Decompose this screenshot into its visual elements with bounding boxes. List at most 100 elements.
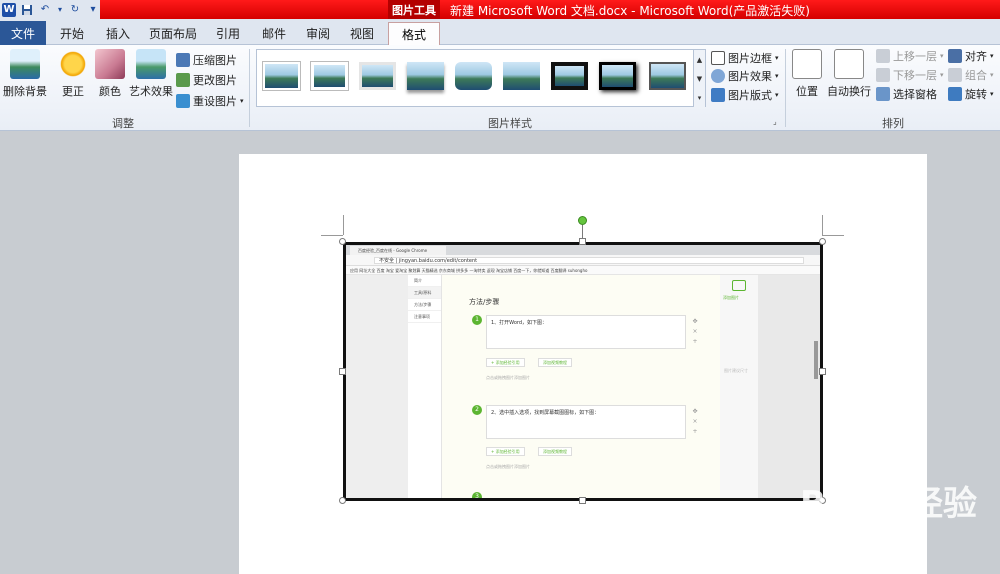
selected-picture[interactable]: 百度经验_百度在线 - Google Chrome 不安全 | jingyan.…: [343, 242, 823, 501]
inner-right-hint: 图片建议尺寸: [724, 368, 748, 373]
style-thumb[interactable]: [311, 62, 348, 90]
inner-scrollbar-thumb: [814, 341, 818, 379]
selection-pane-icon: [876, 87, 890, 101]
rotate-button[interactable]: 旋转 ▾: [948, 85, 994, 103]
tab-insert[interactable]: 插入: [96, 22, 140, 45]
tab-file[interactable]: 文件: [0, 21, 46, 45]
send-backward-dropdown-icon[interactable]: ▾: [940, 71, 944, 79]
inner-content: 方法/步骤 1 1、打开Word，如下图： ✥ × + + 添加经验引用 添加视频教…: [442, 275, 720, 498]
position-button[interactable]: 位置: [792, 49, 822, 99]
inner-bookmarks-bar: 应用 网址大全 百度 淘宝 爱淘宝 聚划算 天猫精选 京东商城 拼多多 一淘特卖…: [346, 266, 820, 275]
send-backward-button[interactable]: 下移一层 ▾: [876, 66, 944, 84]
picture-layout-button[interactable]: 图片版式 ▾: [711, 86, 779, 104]
send-backward-icon: [876, 68, 890, 82]
picture-styles-group-label: 图片样式: [488, 117, 532, 130]
group-dropdown-icon[interactable]: ▾: [990, 71, 994, 79]
tab-view[interactable]: 视图: [340, 22, 384, 45]
resize-handle-top[interactable]: [579, 238, 586, 245]
save-icon[interactable]: [20, 3, 34, 17]
sun-icon: [58, 49, 88, 79]
style-thumb[interactable]: [407, 62, 444, 90]
compress-pictures-button[interactable]: 压缩图片: [176, 51, 237, 69]
gallery-scroll-up-icon[interactable]: ▲: [693, 50, 705, 69]
rotation-handle[interactable]: [578, 216, 587, 225]
tab-review[interactable]: 审阅: [296, 22, 340, 45]
style-thumb[interactable]: [263, 62, 300, 90]
style-thumb[interactable]: [455, 62, 492, 90]
layout-dropdown-icon[interactable]: ▾: [775, 91, 779, 99]
rotate-label: 旋转: [965, 88, 987, 101]
step-operations: ✥ × +: [692, 408, 698, 435]
picture-tools-context-label: 图片工具: [388, 0, 440, 19]
rotate-dropdown-icon[interactable]: ▾: [990, 90, 994, 98]
change-picture-button[interactable]: 更改图片: [176, 71, 237, 89]
resize-handle-bottom-left[interactable]: [339, 497, 346, 504]
corrections-button[interactable]: 更正: [56, 49, 90, 99]
resize-handle-bottom[interactable]: [579, 497, 586, 504]
bring-forward-dropdown-icon[interactable]: ▾: [940, 52, 944, 60]
inner-right-label: 添加图片: [723, 295, 739, 300]
tab-format[interactable]: 格式: [388, 22, 440, 45]
add-video-button: 添加视频教程: [538, 358, 572, 367]
picture-effects-button[interactable]: 图片效果 ▾: [711, 67, 779, 85]
qat-dropdown-icon[interactable]: ▾: [56, 3, 64, 17]
gallery-more-icon[interactable]: ▾: [693, 88, 705, 107]
align-label: 对齐: [965, 50, 987, 63]
artistic-effects-label: 艺术效果: [129, 85, 173, 98]
position-label: 位置: [796, 85, 818, 98]
selection-pane-label: 选择窗格: [893, 88, 937, 101]
selection-pane-button[interactable]: 选择窗格: [876, 85, 937, 103]
gallery-scroll-down-icon[interactable]: ▼: [693, 69, 705, 88]
style-thumb[interactable]: [359, 62, 396, 90]
remove-background-button[interactable]: 删除背景: [3, 49, 47, 99]
resize-handle-top-right[interactable]: [819, 238, 826, 245]
step-text-box: 2、选中插入选项，找到屏幕截图图标，如下图：: [486, 405, 686, 439]
add-video-button: 添加视频教程: [538, 447, 572, 456]
picture-layout-icon: [711, 88, 725, 102]
inner-browser-tab-strip: 百度经验_百度在线 - Google Chrome: [346, 245, 820, 255]
effects-dropdown-icon[interactable]: ▾: [775, 72, 779, 80]
inner-nav-item: 工具/原料: [408, 287, 441, 299]
picture-border-icon: [711, 51, 725, 65]
inner-nav-item: 方法/步骤: [408, 299, 441, 311]
tab-home[interactable]: 开始: [50, 22, 94, 45]
style-thumb[interactable]: [649, 62, 686, 90]
reset-picture-icon: [176, 94, 190, 108]
reset-dropdown-icon[interactable]: ▾: [240, 97, 244, 105]
align-button[interactable]: 对齐 ▾: [948, 47, 994, 65]
border-dropdown-icon[interactable]: ▾: [775, 54, 779, 62]
inner-browser-tab: 百度经验_百度在线 - Google Chrome: [350, 246, 446, 255]
bring-forward-label: 上移一层: [893, 50, 937, 63]
style-thumb[interactable]: [503, 62, 540, 90]
inner-right-panel: 添加图片 图片建议尺寸: [720, 275, 758, 498]
color-button[interactable]: 颜色: [94, 49, 126, 99]
bring-forward-button[interactable]: 上移一层 ▾: [876, 47, 944, 65]
resize-handle-top-left[interactable]: [339, 238, 346, 245]
wrap-text-button[interactable]: 自动换行: [826, 49, 872, 99]
change-picture-label: 更改图片: [193, 74, 237, 87]
inner-nav-item: 注意事项: [408, 311, 441, 323]
reset-picture-button[interactable]: 重设图片 ▾: [176, 92, 244, 110]
group-button[interactable]: 组合 ▾: [948, 66, 994, 84]
redo-icon[interactable]: ↻: [68, 3, 82, 17]
resize-handle-right[interactable]: [819, 368, 826, 375]
word-logo-icon[interactable]: W: [2, 2, 16, 17]
style-thumb[interactable]: [599, 62, 636, 90]
tab-page-layout[interactable]: 页面布局: [142, 22, 204, 45]
remove-background-icon: [10, 49, 40, 79]
inner-left-gutter: [346, 275, 408, 498]
picture-effects-icon: [711, 69, 725, 83]
undo-icon[interactable]: ↶: [38, 3, 52, 17]
artistic-effects-button[interactable]: 艺术效果: [128, 49, 174, 99]
tab-references[interactable]: 引用: [206, 22, 250, 45]
customize-qat-icon[interactable]: ▾: [86, 3, 100, 17]
resize-handle-left[interactable]: [339, 368, 346, 375]
tab-mailings[interactable]: 邮件: [252, 22, 296, 45]
window-title: 新建 Microsoft Word 文档.docx - Microsoft Wo…: [450, 4, 810, 18]
align-dropdown-icon[interactable]: ▾: [990, 52, 994, 60]
style-thumb[interactable]: [551, 62, 588, 90]
picture-border-label: 图片边框: [728, 52, 772, 65]
arrange-group-label: 排列: [882, 117, 904, 130]
picture-border-button[interactable]: 图片边框 ▾: [711, 49, 779, 67]
dialog-launcher-icon[interactable]: ⌟: [773, 117, 777, 126]
